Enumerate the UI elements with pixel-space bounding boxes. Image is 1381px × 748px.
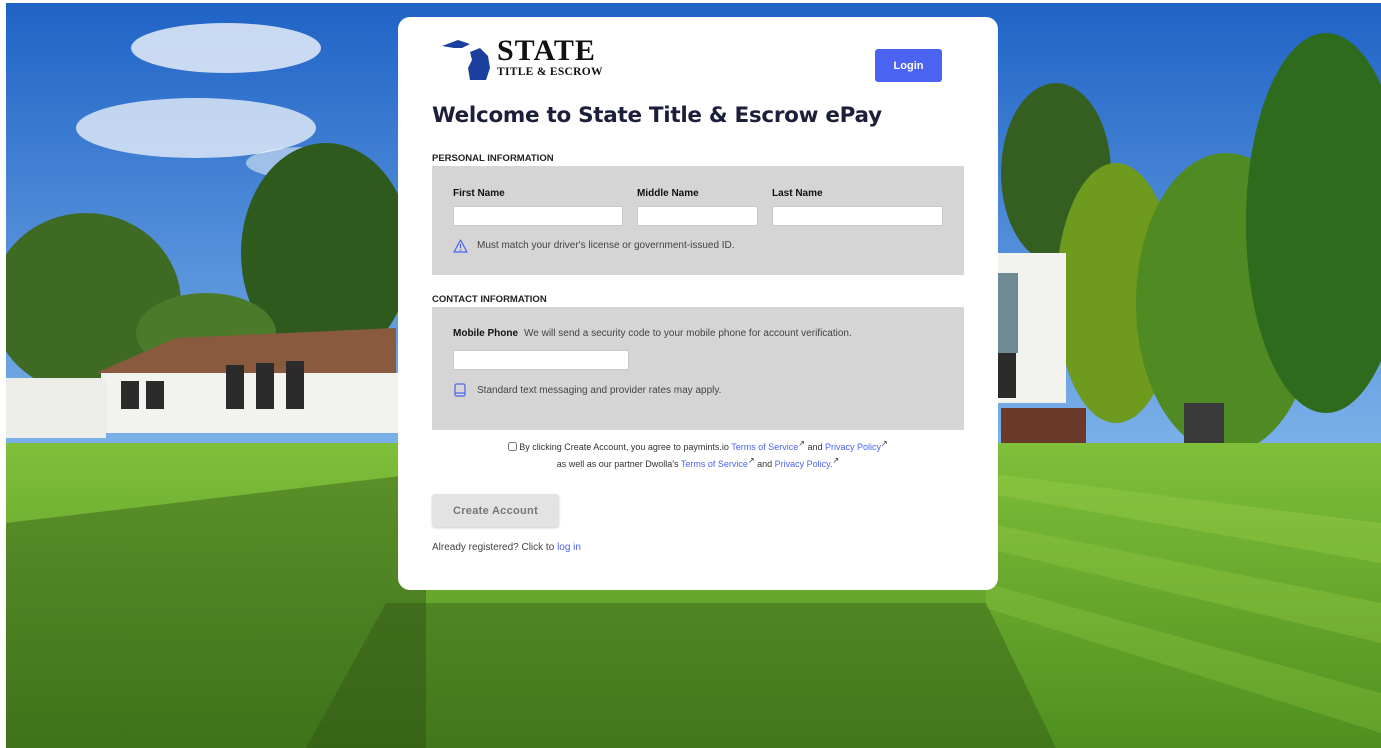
external-link-icon: ↗: [747, 456, 755, 465]
paymints-terms-link[interactable]: Terms of Service: [731, 442, 798, 452]
brand-name: STATE: [497, 34, 596, 67]
company-logo: STATE TITLE & ESCROW: [440, 34, 614, 82]
middle-name-label: Middle Name: [637, 188, 699, 199]
page-title: Welcome to State Title & Escrow ePay: [432, 103, 882, 128]
agreement-and-1: and: [807, 442, 823, 452]
external-link-icon: ↗: [881, 439, 888, 448]
external-link-icon: ↗: [798, 439, 805, 448]
first-name-label: First Name: [453, 188, 505, 199]
mobile-phone-icon: [454, 383, 466, 397]
mobile-phone-input[interactable]: [453, 350, 629, 370]
mobile-phone-note: We will send a security code to your mob…: [524, 328, 852, 339]
login-button[interactable]: Login: [875, 49, 942, 82]
agreement-and-2: and: [757, 459, 773, 469]
dwolla-terms-link[interactable]: Terms of Service: [681, 459, 748, 469]
already-registered-text: Already registered? Click to: [432, 542, 555, 553]
warning-triangle-icon: [453, 239, 468, 253]
personal-information-panel: First Name Middle Name Last Name Must ma…: [432, 166, 964, 275]
mobile-phone-label: Mobile Phone We will send a security code…: [453, 328, 852, 339]
terms-checkbox[interactable]: [508, 442, 518, 451]
mobile-phone-label-text: Mobile Phone: [453, 328, 518, 339]
personal-information-heading: PERSONAL INFORMATION: [432, 153, 554, 164]
already-registered: Already registered? Click to log in: [432, 542, 581, 553]
contact-information-heading: CONTACT INFORMATION: [432, 294, 547, 305]
signup-card: STATE TITLE & ESCROW Login Welcome to St…: [398, 17, 998, 590]
agreement-text-1: By clicking Create Account, you agree to…: [519, 442, 729, 452]
external-link-icon: ↗: [832, 456, 840, 465]
michigan-map-icon: [442, 40, 490, 80]
dwolla-privacy-link[interactable]: Privacy Policy.: [775, 459, 833, 469]
id-hint-text: Must match your driver's license or gove…: [477, 240, 735, 251]
create-account-button[interactable]: Create Account: [432, 494, 559, 527]
rates-hint-text: Standard text messaging and provider rat…: [477, 385, 722, 396]
contact-information-panel: Mobile Phone We will send a security code…: [432, 307, 964, 430]
terms-agreement: By clicking Create Account, you agree to…: [398, 437, 998, 471]
agreement-text-2: as well as our partner Dwolla's: [556, 459, 679, 469]
brand-subtitle: TITLE & ESCROW: [497, 66, 603, 78]
first-name-input[interactable]: [453, 206, 623, 226]
paymints-privacy-link[interactable]: Privacy Policy: [825, 442, 881, 452]
middle-name-input[interactable]: [637, 206, 758, 226]
last-name-input[interactable]: [772, 206, 943, 226]
last-name-label: Last Name: [772, 188, 823, 199]
log-in-link[interactable]: log in: [557, 542, 581, 553]
